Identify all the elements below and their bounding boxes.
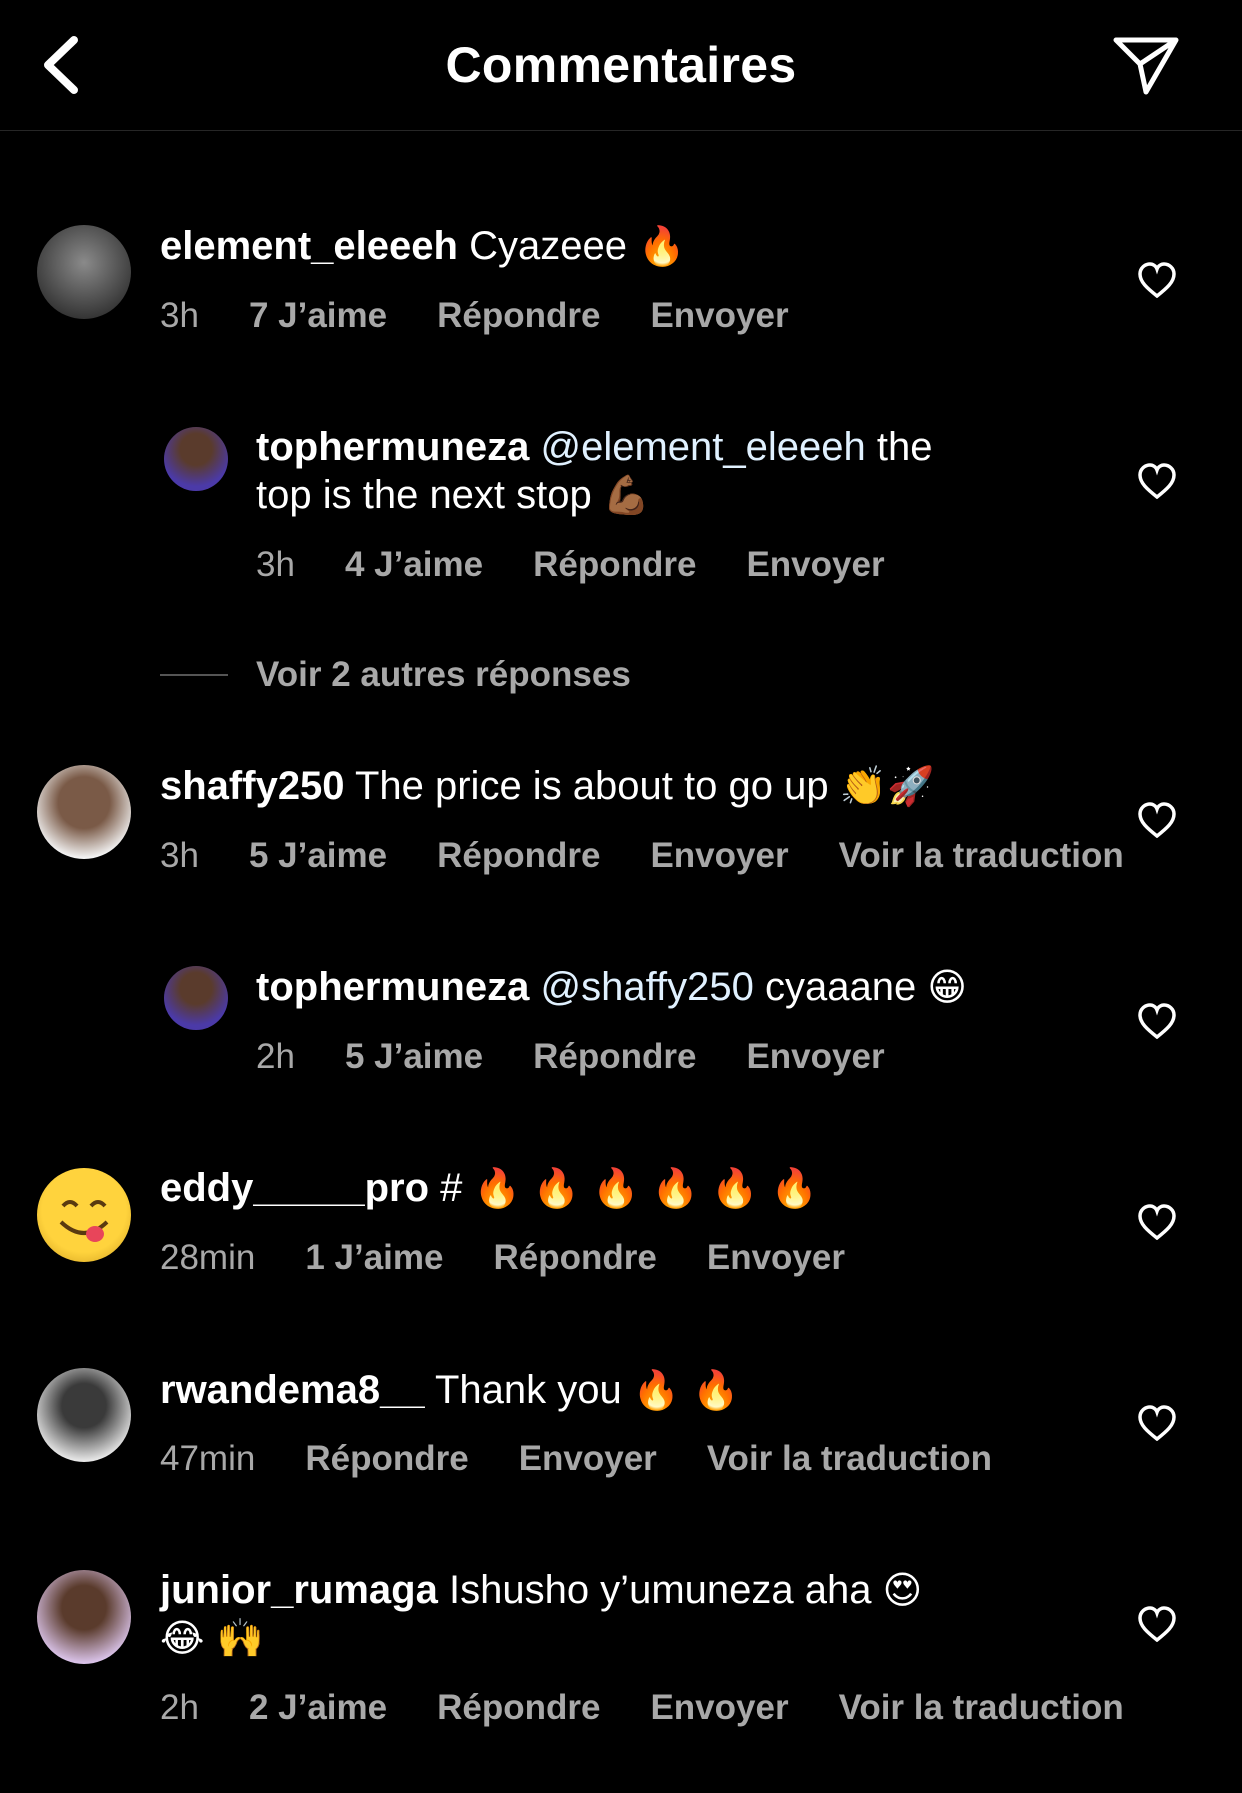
view-more-replies-label[interactable]: Voir 2 autres réponses — [256, 655, 631, 695]
comment-text: Thank you — [434, 1368, 622, 1412]
comment-text-line: junior_rumaga Ishusho y’umuneza aha 😍 — [160, 1566, 922, 1614]
likes-count[interactable]: 5 J’aime — [345, 1037, 483, 1077]
divider — [160, 674, 228, 676]
comment-text: # — [440, 1166, 463, 1210]
avatar[interactable] — [37, 225, 131, 319]
likes-count[interactable]: 5 J’aime — [249, 836, 387, 876]
avatar[interactable] — [37, 1168, 131, 1262]
comment-username[interactable]: junior_rumaga — [160, 1568, 438, 1612]
comment-text: The price is about to go up — [354, 764, 829, 808]
comment-time: 28min — [160, 1238, 256, 1277]
comment-text-line: tophermuneza @shaffy250 cyaaane 😁 — [256, 963, 967, 1011]
translate-link[interactable]: Voir la traduction — [839, 1688, 1124, 1728]
heart-outline-icon[interactable] — [1137, 463, 1177, 499]
comment-text: the — [876, 425, 933, 469]
comment-meta: 2h 5 J’aime Répondre Envoyer — [256, 1037, 935, 1077]
reply-button[interactable]: Répondre — [533, 1037, 696, 1077]
comment-text-line: 😂 🙌 — [160, 1614, 264, 1662]
reply-button[interactable]: Répondre — [437, 296, 600, 336]
heart-outline-icon[interactable] — [1137, 1606, 1177, 1642]
comment-emojis: 🔥 — [638, 224, 686, 268]
reply-button[interactable]: Répondre — [437, 1688, 600, 1728]
translate-link[interactable]: Voir la traduction — [707, 1439, 992, 1479]
mention-link[interactable]: @element_eleeeh — [540, 425, 865, 469]
comment-username[interactable]: eddy_____pro — [160, 1166, 429, 1210]
comment-text-line: top is the next stop 💪🏾 — [256, 471, 650, 519]
comment-text-line: element_eleeeh Cyazeee 🔥 — [160, 222, 685, 270]
comment-text-line: eddy_____pro # 🔥 🔥 🔥 🔥 🔥 🔥 — [160, 1164, 818, 1212]
heart-outline-icon[interactable] — [1137, 262, 1177, 298]
comment-emojis: 🔥 🔥 — [632, 1368, 740, 1412]
send-link[interactable]: Envoyer — [650, 836, 788, 876]
likes-count[interactable]: 1 J’aime — [305, 1238, 443, 1278]
avatar[interactable] — [37, 1368, 131, 1462]
send-link[interactable]: Envoyer — [650, 296, 788, 336]
heart-outline-icon[interactable] — [1137, 1405, 1177, 1441]
likes-count[interactable]: 2 J’aime — [249, 1688, 387, 1728]
comment-emojis: 💪🏾 — [602, 473, 651, 517]
comment-time: 2h — [256, 1037, 295, 1076]
comment-text: top is the next stop — [256, 473, 592, 517]
comment-time: 3h — [160, 296, 199, 335]
comment-emojis: 😂 🙌 — [160, 1616, 264, 1660]
comment-text: Ishusho y’umuneza aha — [448, 1568, 872, 1612]
comment-text-line: tophermuneza @element_eleeeh the — [256, 423, 933, 471]
comment-emojis: 😍 — [882, 1568, 923, 1612]
comment-username[interactable]: tophermuneza — [256, 965, 529, 1009]
send-link[interactable]: Envoyer — [519, 1439, 657, 1479]
comment-time: 3h — [160, 836, 199, 875]
avatar[interactable] — [164, 427, 228, 491]
translate-link[interactable]: Voir la traduction — [839, 836, 1124, 876]
likes-count[interactable]: 4 J’aime — [345, 545, 483, 585]
comment-time: 3h — [256, 545, 295, 584]
face-emoji-icon — [59, 1200, 109, 1242]
comment-emojis: 👏🚀 — [839, 764, 935, 808]
avatar[interactable] — [164, 966, 228, 1030]
reply-button[interactable]: Répondre — [305, 1439, 468, 1479]
comment-emojis: 😁 — [927, 965, 967, 1009]
mention-link[interactable]: @shaffy250 — [540, 965, 753, 1009]
comment-text-line: shaffy250 The price is about to go up 👏🚀 — [160, 762, 934, 810]
heart-outline-icon[interactable] — [1137, 802, 1177, 838]
comment-meta: 3h 4 J’aime Répondre Envoyer — [256, 545, 935, 585]
comment-meta: 2h 2 J’aime Répondre Envoyer Voir la tra… — [160, 1688, 1174, 1728]
comment-time: 47min — [160, 1439, 256, 1478]
likes-count[interactable]: 7 J’aime — [249, 296, 387, 336]
send-link[interactable]: Envoyer — [707, 1238, 845, 1278]
comment-text: cyaaane — [764, 965, 917, 1009]
comment-time: 2h — [160, 1688, 199, 1727]
comment-meta: 47min Répondre Envoyer Voir la traductio… — [160, 1439, 1042, 1479]
avatar[interactable] — [37, 1570, 131, 1664]
avatar[interactable] — [37, 765, 131, 859]
comment-meta: 3h 7 J’aime Répondre Envoyer — [160, 296, 839, 336]
comment-text: Cyazeee — [469, 224, 627, 268]
paper-plane-icon — [1113, 37, 1179, 95]
comment-meta: 28min 1 J’aime Répondre Envoyer — [160, 1238, 895, 1278]
heart-outline-icon[interactable] — [1137, 1204, 1177, 1240]
send-link[interactable]: Envoyer — [746, 545, 884, 585]
view-more-replies[interactable]: Voir 2 autres réponses — [160, 655, 631, 695]
send-button[interactable] — [1110, 32, 1182, 98]
page-title: Commentaires — [445, 37, 797, 93]
comment-text-line: rwandema8__ Thank you 🔥 🔥 — [160, 1366, 740, 1414]
send-link[interactable]: Envoyer — [650, 1688, 788, 1728]
reply-button[interactable]: Répondre — [533, 545, 696, 585]
comment-username[interactable]: shaffy250 — [160, 764, 345, 808]
reply-button[interactable]: Répondre — [493, 1238, 656, 1278]
reply-button[interactable]: Répondre — [437, 836, 600, 876]
comment-emojis: 🔥 🔥 🔥 🔥 🔥 🔥 — [473, 1166, 818, 1210]
comment-username[interactable]: rwandema8__ — [160, 1368, 425, 1412]
header: Commentaires — [0, 0, 1242, 131]
comment-username[interactable]: element_eleeeh — [160, 224, 458, 268]
comment-meta: 3h 5 J’aime Répondre Envoyer Voir la tra… — [160, 836, 1174, 876]
send-link[interactable]: Envoyer — [746, 1037, 884, 1077]
comment-username[interactable]: tophermuneza — [256, 425, 529, 469]
heart-outline-icon[interactable] — [1137, 1003, 1177, 1039]
